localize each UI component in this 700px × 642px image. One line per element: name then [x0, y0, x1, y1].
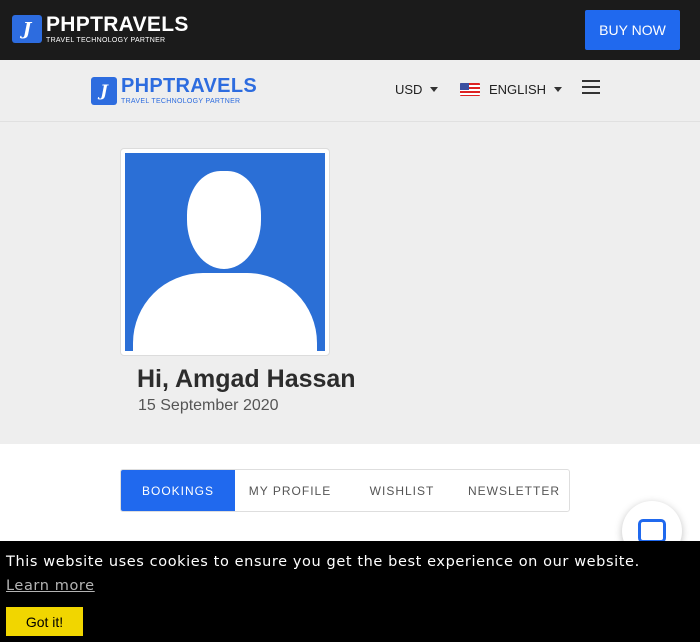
learn-more-link[interactable]: Learn more [6, 578, 95, 594]
account-tabs: BOOKINGS MY PROFILE WISHLIST NEWSLETTER [120, 469, 570, 512]
logo-name: PHPTRAVELS [121, 75, 257, 97]
avatar [125, 153, 325, 351]
caret-down-icon [430, 87, 439, 92]
cookie-message: This website uses cookies to ensure you … [6, 554, 640, 570]
language-dropdown[interactable]: ENGLISH [460, 82, 563, 97]
language-label: ENGLISH [489, 82, 547, 97]
logo-mark-icon: J [91, 76, 117, 105]
chat-bubble-icon [638, 519, 666, 548]
tab-bookings[interactable]: BOOKINGS [121, 470, 235, 511]
avatar-frame [120, 148, 330, 356]
site-header: J PHPTRAVELS TRAVEL TECHNOLOGY PARTNER U… [0, 60, 700, 122]
tab-my-profile[interactable]: MY PROFILE [235, 470, 345, 511]
profile-date: 15 September 2020 [138, 397, 279, 414]
brand-logo[interactable]: J PHPTRAVELS TRAVEL TECHNOLOGY PARTNER [12, 14, 189, 44]
caret-down-icon [554, 87, 563, 92]
hamburger-menu-icon[interactable] [582, 80, 600, 94]
us-flag-icon [460, 83, 480, 96]
cookie-accept-button[interactable]: Got it! [6, 607, 83, 636]
cookie-banner: This website uses cookies to ensure you … [0, 541, 700, 642]
logo-mark-icon: J [12, 15, 42, 43]
buy-now-button[interactable]: BUY NOW [585, 10, 680, 50]
logo-name: PHPTRAVELS [46, 13, 189, 36]
currency-dropdown[interactable]: USD [395, 82, 439, 97]
tab-wishlist[interactable]: WISHLIST [345, 470, 459, 511]
header-logo[interactable]: J PHPTRAVELS TRAVEL TECHNOLOGY PARTNER [91, 76, 257, 105]
tab-newsletter[interactable]: NEWSLETTER [459, 470, 569, 511]
logo-tagline: TRAVEL TECHNOLOGY PARTNER [46, 37, 166, 44]
profile-greeting: Hi, Amgad Hassan [137, 365, 356, 393]
currency-label: USD [395, 82, 423, 97]
profile-section: Hi, Amgad Hassan 15 September 2020 [0, 122, 700, 444]
top-bar: J PHPTRAVELS TRAVEL TECHNOLOGY PARTNER B… [0, 0, 700, 60]
logo-tagline: TRAVEL TECHNOLOGY PARTNER [121, 98, 241, 105]
